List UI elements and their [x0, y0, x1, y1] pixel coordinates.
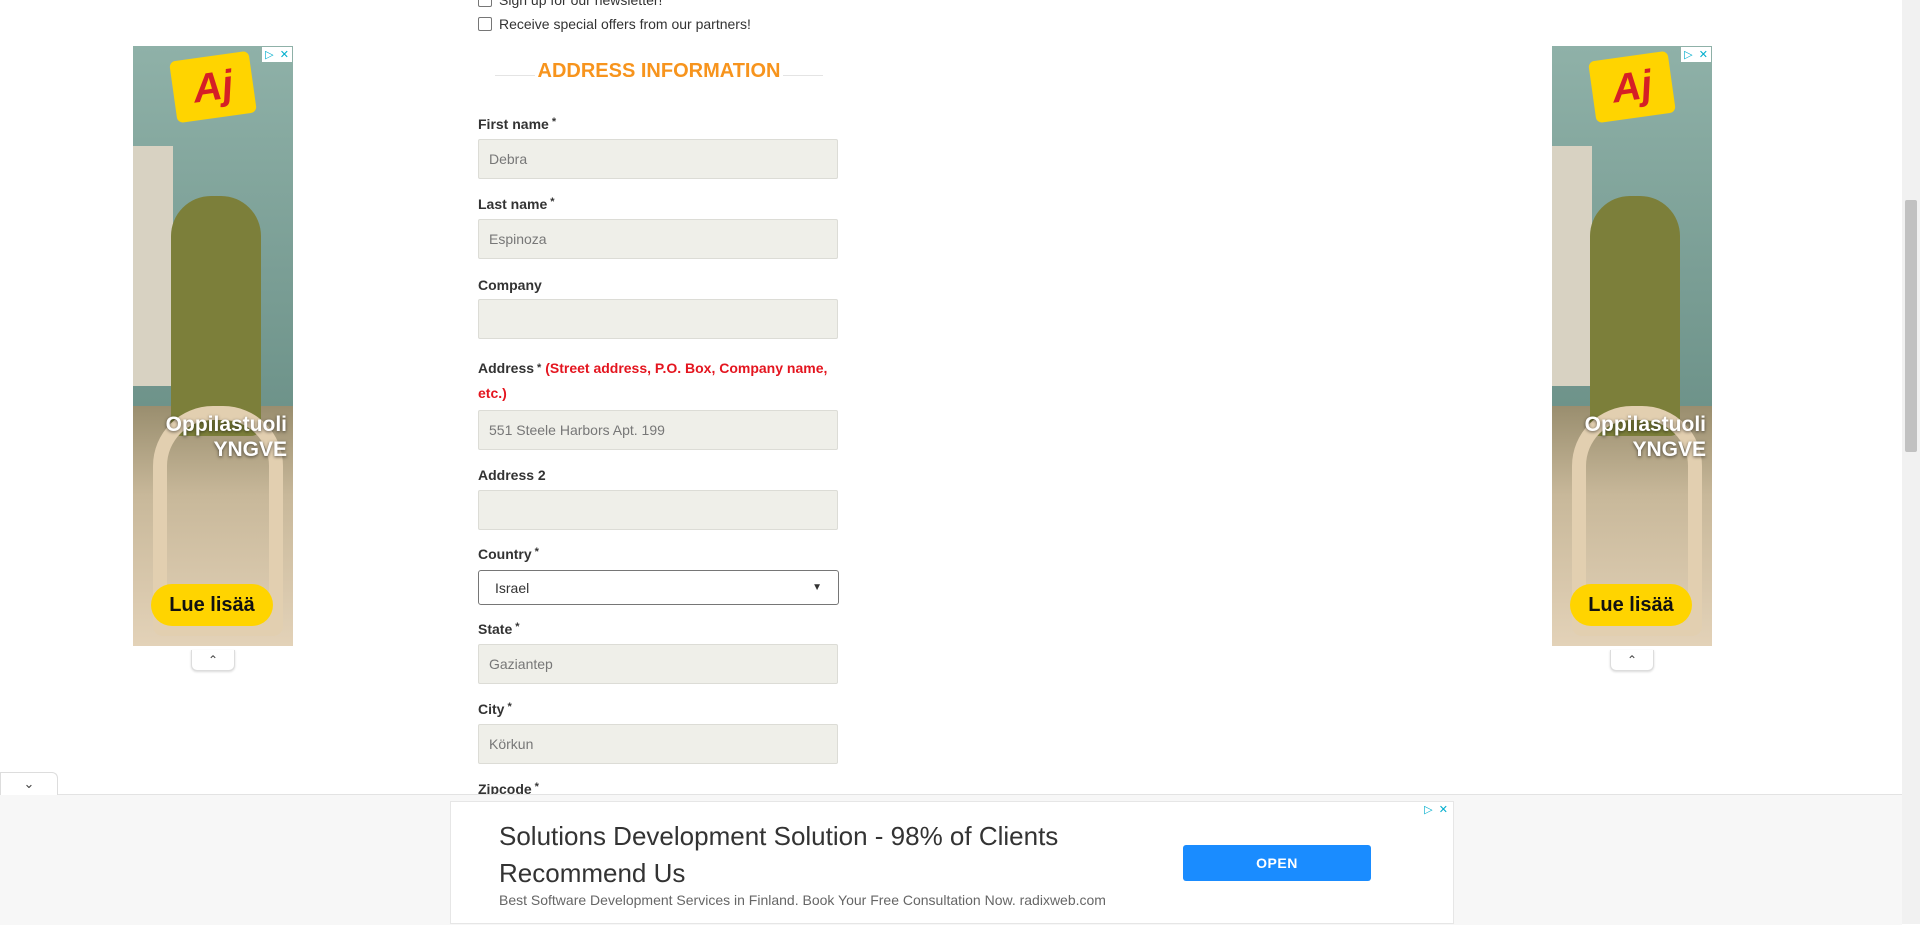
last-name-field[interactable] [478, 219, 838, 259]
address-field[interactable] [478, 410, 838, 450]
section-title: ADDRESS INFORMATION [537, 60, 781, 82]
partner-offers-checkbox-row[interactable]: Receive special offers from our partners… [478, 16, 751, 32]
address-label: Address * (Street address, P.O. Box, Comp… [478, 360, 828, 401]
play-triangle-icon: ▷ [1424, 804, 1433, 816]
adchoices-icon[interactable]: ▷ ✕ [1681, 47, 1711, 62]
ad-person-image [1590, 196, 1680, 436]
ad-brand-logo: Aj [169, 50, 257, 124]
country-select-value: Israel [495, 579, 530, 596]
ad-locker-image [1552, 146, 1592, 386]
chevron-down-icon: ▼ [812, 582, 822, 593]
bottom-ad[interactable]: Solutions Development Solution - 98% of … [450, 801, 1454, 924]
close-icon[interactable]: ✕ [1699, 48, 1708, 61]
country-label: Country * [478, 546, 539, 562]
left-side-ad[interactable]: Aj Oppilastuoli YNGVE Lue lisää ▷ ✕ [133, 46, 293, 646]
address2-label: Address 2 [478, 467, 546, 483]
play-triangle-icon: ▷ [265, 49, 274, 61]
close-icon[interactable]: ✕ [1439, 803, 1448, 816]
partner-offers-checkbox-label: Receive special offers from our partners… [499, 16, 751, 32]
chevron-up-icon: ⌃ [1626, 653, 1638, 667]
last-name-label: Last name * [478, 196, 555, 212]
company-label: Company [478, 277, 542, 293]
first-name-label: First name * [478, 116, 557, 132]
play-triangle-icon: ▷ [1684, 49, 1693, 61]
state-label: State * [478, 621, 520, 637]
first-name-field[interactable] [478, 139, 838, 179]
company-field[interactable] [478, 299, 838, 339]
adchoices-icon[interactable]: ▷ ✕ [1421, 802, 1451, 817]
chevron-down-icon: ⌄ [23, 776, 35, 791]
ad-headline: Oppilastuoli YNGVE [1584, 413, 1706, 461]
ad-cta-button[interactable]: Lue lisää [151, 584, 273, 626]
newsletter-checkbox[interactable] [478, 0, 492, 7]
ad-locker-image [133, 146, 173, 386]
partner-offers-checkbox[interactable] [478, 17, 492, 31]
address2-field[interactable] [478, 490, 838, 530]
ad-headline: Oppilastuoli YNGVE [165, 413, 287, 461]
bottom-ad-open-button[interactable]: OPEN [1183, 845, 1371, 881]
page-scrollbar[interactable] [1902, 0, 1920, 924]
ad-cta-button[interactable]: Lue lisää [1570, 584, 1692, 626]
city-label: City * [478, 701, 512, 717]
right-side-ad[interactable]: Aj Oppilastuoli YNGVE Lue lisää ▷ ✕ [1552, 46, 1712, 646]
country-select[interactable]: Israel ▼ [478, 570, 839, 605]
close-icon[interactable]: ✕ [280, 48, 289, 61]
newsletter-checkbox-row[interactable]: Sign up for our newsletter! [478, 0, 662, 8]
ad-person-image [171, 196, 261, 436]
city-field[interactable] [478, 724, 838, 764]
chevron-up-icon: ⌃ [207, 653, 219, 667]
bottom-ad-title[interactable]: Solutions Development Solution - 98% of … [499, 818, 1059, 892]
scrollbar-thumb[interactable] [1905, 200, 1917, 452]
bottom-ad-toggle-button[interactable]: ⌄ [0, 772, 58, 795]
newsletter-checkbox-label: Sign up for our newsletter! [499, 0, 663, 8]
bottom-ad-description: Best Software Development Services in Fi… [499, 892, 1106, 908]
adchoices-icon[interactable]: ▷ ✕ [262, 47, 292, 62]
left-ad-collapse-button[interactable]: ⌃ [191, 650, 235, 671]
ad-brand-logo: Aj [1588, 50, 1676, 124]
state-field[interactable] [478, 644, 838, 684]
right-ad-collapse-button[interactable]: ⌃ [1610, 650, 1654, 671]
